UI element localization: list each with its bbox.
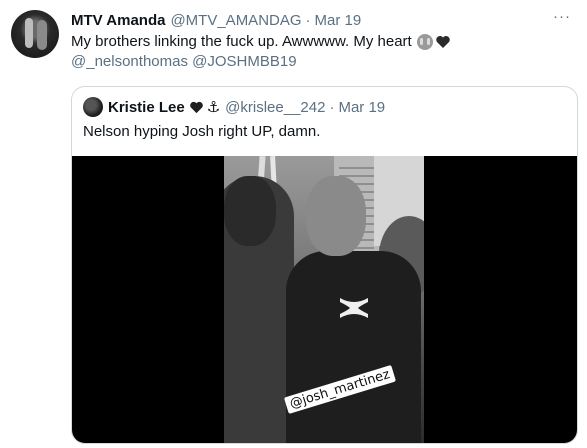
quoted-tweet-date[interactable]: Mar 19 [338, 99, 385, 116]
black-heart-icon [189, 100, 204, 115]
tweet-mentions[interactable]: @_nelsonthomas @JOSHMBB19 [71, 52, 297, 72]
anchor-icon: ⚓ [206, 99, 221, 116]
person-left-head [224, 176, 276, 246]
quoted-user-handle[interactable]: @krislee__242 [225, 99, 325, 116]
under-armour-logo-icon [336, 296, 372, 320]
person-right-body [286, 251, 421, 443]
user-handle[interactable]: @MTV_AMANDAG [170, 12, 301, 29]
quoted-display-name[interactable]: Kristie Lee [108, 99, 185, 116]
avatar[interactable] [83, 97, 103, 117]
quoted-tweet-text: Nelson hyping Josh right UP, damn. [83, 123, 321, 140]
separator-dot: · [329, 98, 335, 116]
black-heart-icon [435, 34, 451, 50]
crying-face-icon [416, 34, 433, 50]
tweet-text: My brothers linking the fuck up. Awwwww.… [71, 33, 412, 50]
avatar-figure [25, 18, 33, 48]
more-options-icon[interactable]: ··· [553, 8, 571, 25]
quoted-tweet[interactable]: Kristie Lee ⚓ @krislee__242 · Mar 19 Nel… [71, 86, 578, 444]
avatar-figure [37, 20, 47, 50]
display-name[interactable]: MTV Amanda [71, 12, 165, 29]
quoted-tweet-header: Kristie Lee ⚓ @krislee__242 · Mar 19 [83, 97, 385, 117]
video-frame[interactable]: @josh_martinez [224, 156, 424, 443]
person-right-head [306, 176, 366, 256]
tweet-body: My brothers linking the fuck up. Awwwww.… [71, 32, 571, 72]
video-player[interactable]: @josh_martinez [72, 156, 577, 443]
tweet-header: MTV Amanda @MTV_AMANDAG · Mar 19 [71, 9, 567, 31]
separator-dot: · [305, 11, 311, 29]
avatar[interactable] [11, 10, 59, 58]
tweet[interactable]: MTV Amanda @MTV_AMANDAG · Mar 19 ··· My … [0, 0, 587, 448]
tweet-date[interactable]: Mar 19 [315, 12, 362, 29]
